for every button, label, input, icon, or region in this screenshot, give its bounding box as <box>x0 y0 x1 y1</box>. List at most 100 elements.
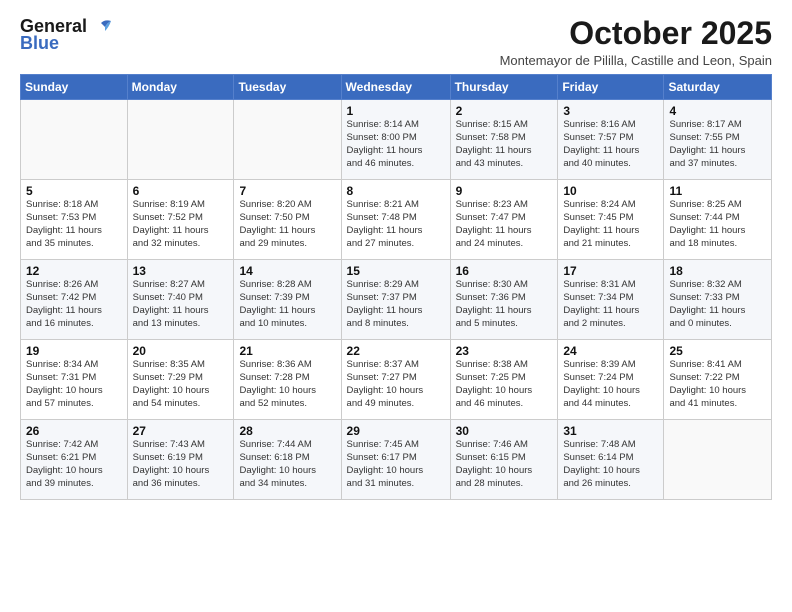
calendar-cell <box>127 100 234 180</box>
calendar-cell <box>21 100 128 180</box>
day-info: Sunrise: 7:48 AM Sunset: 6:14 PM Dayligh… <box>563 439 658 490</box>
day-number: 12 <box>26 264 122 278</box>
weekday-header-tuesday: Tuesday <box>234 75 341 100</box>
title-block: October 2025 Montemayor de Pililla, Cast… <box>500 16 772 68</box>
day-info: Sunrise: 8:24 AM Sunset: 7:45 PM Dayligh… <box>563 199 658 250</box>
calendar-cell: 12Sunrise: 8:26 AM Sunset: 7:42 PM Dayli… <box>21 260 128 340</box>
day-number: 1 <box>347 104 445 118</box>
calendar-cell: 22Sunrise: 8:37 AM Sunset: 7:27 PM Dayli… <box>341 340 450 420</box>
day-number: 16 <box>456 264 553 278</box>
day-number: 13 <box>133 264 229 278</box>
day-info: Sunrise: 8:25 AM Sunset: 7:44 PM Dayligh… <box>669 199 766 250</box>
day-number: 11 <box>669 184 766 198</box>
day-number: 26 <box>26 424 122 438</box>
day-info: Sunrise: 8:32 AM Sunset: 7:33 PM Dayligh… <box>669 279 766 330</box>
day-info: Sunrise: 8:15 AM Sunset: 7:58 PM Dayligh… <box>456 119 553 170</box>
day-number: 25 <box>669 344 766 358</box>
calendar-week-3: 12Sunrise: 8:26 AM Sunset: 7:42 PM Dayli… <box>21 260 772 340</box>
calendar-cell <box>664 420 772 500</box>
weekday-header-saturday: Saturday <box>664 75 772 100</box>
day-info: Sunrise: 8:16 AM Sunset: 7:57 PM Dayligh… <box>563 119 658 170</box>
day-number: 10 <box>563 184 658 198</box>
header: General Blue October 2025 Montemayor de … <box>20 16 772 68</box>
location-subtitle: Montemayor de Pililla, Castille and Leon… <box>500 53 772 68</box>
day-number: 29 <box>347 424 445 438</box>
calendar-cell: 9Sunrise: 8:23 AM Sunset: 7:47 PM Daylig… <box>450 180 558 260</box>
calendar-cell: 25Sunrise: 8:41 AM Sunset: 7:22 PM Dayli… <box>664 340 772 420</box>
day-number: 22 <box>347 344 445 358</box>
calendar-cell: 24Sunrise: 8:39 AM Sunset: 7:24 PM Dayli… <box>558 340 664 420</box>
weekday-header-thursday: Thursday <box>450 75 558 100</box>
calendar-cell: 1Sunrise: 8:14 AM Sunset: 8:00 PM Daylig… <box>341 100 450 180</box>
logo-bird-icon <box>91 19 111 35</box>
calendar-week-5: 26Sunrise: 7:42 AM Sunset: 6:21 PM Dayli… <box>21 420 772 500</box>
calendar-cell: 16Sunrise: 8:30 AM Sunset: 7:36 PM Dayli… <box>450 260 558 340</box>
day-info: Sunrise: 8:23 AM Sunset: 7:47 PM Dayligh… <box>456 199 553 250</box>
day-number: 21 <box>239 344 335 358</box>
calendar-cell: 3Sunrise: 8:16 AM Sunset: 7:57 PM Daylig… <box>558 100 664 180</box>
calendar-cell: 26Sunrise: 7:42 AM Sunset: 6:21 PM Dayli… <box>21 420 128 500</box>
day-info: Sunrise: 7:44 AM Sunset: 6:18 PM Dayligh… <box>239 439 335 490</box>
day-number: 18 <box>669 264 766 278</box>
weekday-header-monday: Monday <box>127 75 234 100</box>
day-number: 23 <box>456 344 553 358</box>
day-number: 6 <box>133 184 229 198</box>
calendar-table: SundayMondayTuesdayWednesdayThursdayFrid… <box>20 74 772 500</box>
day-number: 19 <box>26 344 122 358</box>
calendar-cell: 11Sunrise: 8:25 AM Sunset: 7:44 PM Dayli… <box>664 180 772 260</box>
day-info: Sunrise: 8:19 AM Sunset: 7:52 PM Dayligh… <box>133 199 229 250</box>
day-info: Sunrise: 7:46 AM Sunset: 6:15 PM Dayligh… <box>456 439 553 490</box>
weekday-header-wednesday: Wednesday <box>341 75 450 100</box>
day-info: Sunrise: 8:18 AM Sunset: 7:53 PM Dayligh… <box>26 199 122 250</box>
day-number: 20 <box>133 344 229 358</box>
calendar-cell: 15Sunrise: 8:29 AM Sunset: 7:37 PM Dayli… <box>341 260 450 340</box>
calendar-cell: 10Sunrise: 8:24 AM Sunset: 7:45 PM Dayli… <box>558 180 664 260</box>
logo: General Blue <box>20 16 111 54</box>
day-number: 24 <box>563 344 658 358</box>
calendar-cell <box>234 100 341 180</box>
day-info: Sunrise: 8:27 AM Sunset: 7:40 PM Dayligh… <box>133 279 229 330</box>
calendar-week-4: 19Sunrise: 8:34 AM Sunset: 7:31 PM Dayli… <box>21 340 772 420</box>
page: General Blue October 2025 Montemayor de … <box>0 0 792 612</box>
day-number: 15 <box>347 264 445 278</box>
calendar-cell: 14Sunrise: 8:28 AM Sunset: 7:39 PM Dayli… <box>234 260 341 340</box>
day-number: 5 <box>26 184 122 198</box>
calendar-cell: 7Sunrise: 8:20 AM Sunset: 7:50 PM Daylig… <box>234 180 341 260</box>
day-info: Sunrise: 8:31 AM Sunset: 7:34 PM Dayligh… <box>563 279 658 330</box>
weekday-header-friday: Friday <box>558 75 664 100</box>
logo-blue: Blue <box>20 33 59 54</box>
day-number: 31 <box>563 424 658 438</box>
calendar-cell: 20Sunrise: 8:35 AM Sunset: 7:29 PM Dayli… <box>127 340 234 420</box>
day-info: Sunrise: 7:42 AM Sunset: 6:21 PM Dayligh… <box>26 439 122 490</box>
day-info: Sunrise: 8:14 AM Sunset: 8:00 PM Dayligh… <box>347 119 445 170</box>
day-info: Sunrise: 8:38 AM Sunset: 7:25 PM Dayligh… <box>456 359 553 410</box>
calendar-cell: 28Sunrise: 7:44 AM Sunset: 6:18 PM Dayli… <box>234 420 341 500</box>
calendar-cell: 29Sunrise: 7:45 AM Sunset: 6:17 PM Dayli… <box>341 420 450 500</box>
calendar-cell: 19Sunrise: 8:34 AM Sunset: 7:31 PM Dayli… <box>21 340 128 420</box>
calendar-header-row: SundayMondayTuesdayWednesdayThursdayFrid… <box>21 75 772 100</box>
month-title: October 2025 <box>500 16 772 51</box>
calendar-cell: 8Sunrise: 8:21 AM Sunset: 7:48 PM Daylig… <box>341 180 450 260</box>
day-info: Sunrise: 8:26 AM Sunset: 7:42 PM Dayligh… <box>26 279 122 330</box>
day-info: Sunrise: 8:39 AM Sunset: 7:24 PM Dayligh… <box>563 359 658 410</box>
day-info: Sunrise: 8:17 AM Sunset: 7:55 PM Dayligh… <box>669 119 766 170</box>
calendar-cell: 5Sunrise: 8:18 AM Sunset: 7:53 PM Daylig… <box>21 180 128 260</box>
calendar-cell: 27Sunrise: 7:43 AM Sunset: 6:19 PM Dayli… <box>127 420 234 500</box>
day-number: 2 <box>456 104 553 118</box>
calendar-cell: 6Sunrise: 8:19 AM Sunset: 7:52 PM Daylig… <box>127 180 234 260</box>
day-info: Sunrise: 8:41 AM Sunset: 7:22 PM Dayligh… <box>669 359 766 410</box>
day-number: 3 <box>563 104 658 118</box>
day-number: 9 <box>456 184 553 198</box>
day-number: 28 <box>239 424 335 438</box>
day-info: Sunrise: 8:29 AM Sunset: 7:37 PM Dayligh… <box>347 279 445 330</box>
day-info: Sunrise: 7:43 AM Sunset: 6:19 PM Dayligh… <box>133 439 229 490</box>
calendar-cell: 23Sunrise: 8:38 AM Sunset: 7:25 PM Dayli… <box>450 340 558 420</box>
day-info: Sunrise: 8:20 AM Sunset: 7:50 PM Dayligh… <box>239 199 335 250</box>
day-info: Sunrise: 8:28 AM Sunset: 7:39 PM Dayligh… <box>239 279 335 330</box>
day-info: Sunrise: 8:36 AM Sunset: 7:28 PM Dayligh… <box>239 359 335 410</box>
day-info: Sunrise: 8:37 AM Sunset: 7:27 PM Dayligh… <box>347 359 445 410</box>
day-number: 27 <box>133 424 229 438</box>
day-info: Sunrise: 8:21 AM Sunset: 7:48 PM Dayligh… <box>347 199 445 250</box>
calendar-cell: 21Sunrise: 8:36 AM Sunset: 7:28 PM Dayli… <box>234 340 341 420</box>
calendar-cell: 17Sunrise: 8:31 AM Sunset: 7:34 PM Dayli… <box>558 260 664 340</box>
